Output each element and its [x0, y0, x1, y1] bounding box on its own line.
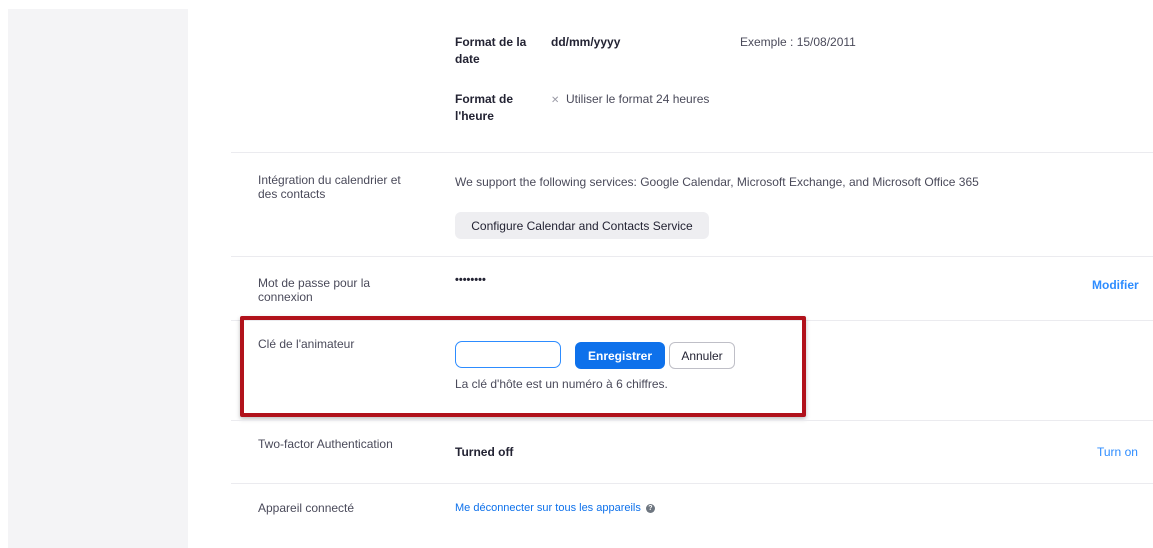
divider [231, 152, 1153, 153]
divider [231, 420, 1153, 421]
configure-calendar-button[interactable]: Configure Calendar and Contacts Service [455, 212, 709, 239]
time-format-24h-option[interactable]: Utiliser le format 24 heures [566, 92, 709, 106]
two-factor-label: Two-factor Authentication [258, 437, 393, 451]
top-edge [0, 0, 1153, 9]
date-format-example: Exemple : 15/08/2011 [740, 35, 856, 49]
host-key-label: Clé de l'animateur [258, 337, 355, 351]
calendar-integration-label: Intégration du calendrier et des contact… [258, 173, 401, 201]
login-password-label: Mot de passe pour la connexion [258, 276, 371, 304]
date-format-label: Format de la date [455, 35, 527, 66]
divider [231, 256, 1153, 257]
calendar-services-text: We support the following services: Googl… [455, 175, 979, 189]
sign-out-all-devices-link[interactable]: Me déconnecter sur tous les appareils? [455, 502, 655, 514]
host-key-input[interactable] [455, 341, 561, 368]
question-circle-icon[interactable]: ? [645, 503, 655, 513]
save-button[interactable]: Enregistrer [575, 342, 665, 369]
close-icon: ✕ [551, 95, 560, 106]
sidebar [8, 9, 188, 548]
time-format-label: Format de l'heure [455, 92, 514, 123]
date-format-value: dd/mm/yyyy [551, 35, 621, 49]
divider [231, 320, 1153, 321]
divider [231, 483, 1153, 484]
two-factor-status: Turned off [455, 445, 514, 459]
turn-on-link[interactable]: Turn on [1097, 445, 1138, 459]
sign-out-all-devices-text[interactable]: Me déconnecter sur tous les appareils [455, 502, 641, 514]
cancel-button[interactable]: Annuler [669, 342, 735, 369]
modify-password-link[interactable]: Modifier [1092, 278, 1139, 292]
connected-device-label: Appareil connecté [258, 501, 355, 515]
time-format-checkbox[interactable]: ✕ [551, 92, 559, 106]
password-masked-value: •••••••• [455, 274, 486, 286]
host-key-hint: La clé d'hôte est un numéro à 6 chiffres… [455, 377, 668, 391]
